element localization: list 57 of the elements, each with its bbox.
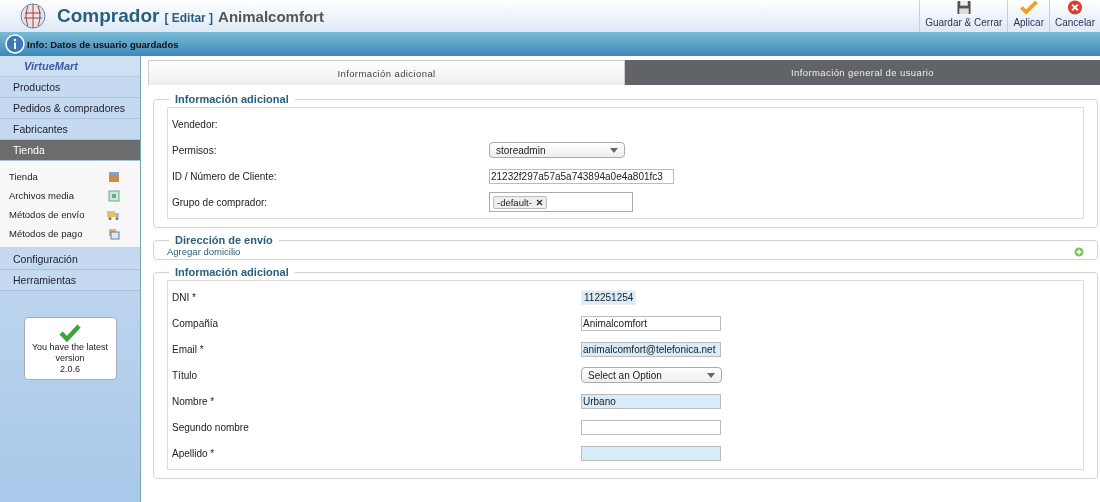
section-legend: Dirección de envío <box>169 234 279 246</box>
submenu-link[interactable]: Métodos de pago <box>9 228 83 239</box>
tab[interactable]: Información adicional <box>148 60 625 85</box>
text-input[interactable]: Animalcomfort <box>581 315 721 331</box>
field-label: Grupo de comprador: <box>172 196 269 208</box>
field-label: Permisos: <box>172 144 218 156</box>
version-number: 2.0.6 <box>60 364 80 375</box>
edit-link[interactable]: [ Editar ] <box>164 10 214 25</box>
page-title: Comprador <box>57 5 160 27</box>
field-label: ID / Número de Cliente: <box>172 170 278 182</box>
select-dropdown[interactable]: storeadmin <box>489 142 625 158</box>
submenu-link[interactable]: Archivos media <box>9 190 74 201</box>
select-dropdown[interactable]: Select an Option <box>581 367 722 383</box>
submenu-link[interactable]: Métodos de envío <box>9 209 85 220</box>
sidebar-menu-item[interactable]: Productos <box>0 77 140 98</box>
text-input[interactable]: Urbano <box>581 393 721 409</box>
add-address-link[interactable]: Agregar domicilio <box>167 246 241 257</box>
field-label: Vendedor: <box>172 118 219 130</box>
sidebar-menu-item[interactable]: Fabricantes <box>0 119 140 140</box>
info-icon <box>5 34 25 54</box>
field-label: Nombre * <box>172 395 216 407</box>
caret-icon <box>610 147 618 153</box>
checkmark-icon <box>59 324 81 342</box>
text-input[interactable] <box>581 445 721 461</box>
shop-icon <box>108 170 120 183</box>
tab[interactable]: Información general de usuario <box>625 60 1100 85</box>
field-label: Compañía <box>172 317 220 329</box>
caret-icon <box>707 372 715 378</box>
globe-logo-icon <box>20 3 46 29</box>
tag-input[interactable]: -default- <box>489 192 633 212</box>
field-label: DNI * <box>172 291 197 303</box>
close-icon <box>1066 0 1084 15</box>
page-subtitle: Animalcomfort <box>218 7 324 25</box>
field-label: Apellido * <box>172 447 216 459</box>
text-input[interactable]: animalcomfort@telefonica.net <box>581 341 721 357</box>
card-icon <box>108 227 120 240</box>
checkmark-icon <box>1018 0 1039 15</box>
text-input[interactable]: 21232f297a57a5a743894a0e4a801fc3 <box>489 168 674 184</box>
tag-chip: -default- <box>493 195 547 209</box>
field-label: Email * <box>172 343 205 355</box>
plus-icon[interactable] <box>1074 246 1084 257</box>
section-legend: Información adicional <box>169 93 295 105</box>
document-icon <box>108 189 120 202</box>
text-input[interactable] <box>581 419 721 435</box>
info-message: Info: Datos de usuario guardados <box>27 38 179 50</box>
section-legend: Información adicional <box>169 266 295 278</box>
sidebar-menu-item[interactable]: Configuración <box>0 249 140 270</box>
text-input[interactable]: 112251254 <box>581 289 637 305</box>
version-message: You have the latest version <box>30 342 110 364</box>
submenu-link[interactable]: Tienda <box>9 171 38 182</box>
field-label: Título <box>172 369 198 381</box>
close-icon[interactable] <box>535 198 543 206</box>
sidebar-menu-item[interactable]: Pedidos & compradores <box>0 98 140 119</box>
sidebar-menu-item[interactable]: Tienda <box>0 140 140 161</box>
field-label: Segundo nombre <box>172 421 250 433</box>
truck-icon <box>107 208 120 221</box>
sidebar-menu-item[interactable]: Herramientas <box>0 270 140 291</box>
